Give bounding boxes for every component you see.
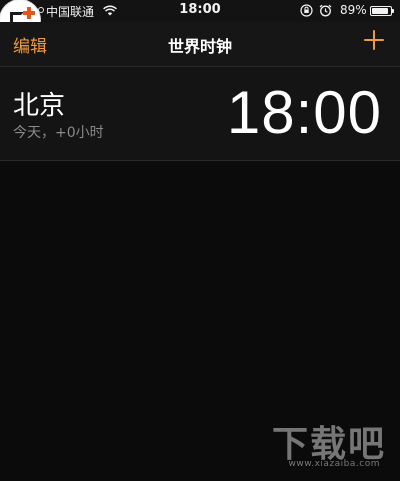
logo-plus-icon	[23, 7, 35, 19]
world-clock-screen: 中国联通 18:00 89% 编辑 世界时钟 北京 今天，+0小时 18:00 …	[0, 0, 400, 481]
watermark-logo: 下载吧 www.xiazaiba.com	[256, 415, 386, 469]
battery-icon	[370, 6, 394, 16]
rotation-lock-icon	[300, 4, 313, 20]
status-bar: 中国联通 18:00 89%	[0, 0, 400, 22]
time-offset-label: 今天，+0小时	[13, 125, 104, 141]
page-title: 世界时钟	[167, 37, 232, 56]
clock-list-item[interactable]: 北京 今天，+0小时 18:00	[0, 67, 400, 161]
nav-bar: 编辑 世界时钟	[0, 22, 400, 67]
battery-nub	[392, 9, 394, 13]
battery-percent: 89%	[340, 3, 367, 17]
add-clock-button[interactable]	[362, 28, 386, 52]
watermark-url: www.xiazaiba.com	[288, 459, 380, 469]
clock-time: 18:00	[226, 79, 382, 146]
battery-fill	[372, 8, 388, 14]
city-name: 北京	[13, 91, 66, 121]
alarm-icon	[319, 4, 332, 20]
